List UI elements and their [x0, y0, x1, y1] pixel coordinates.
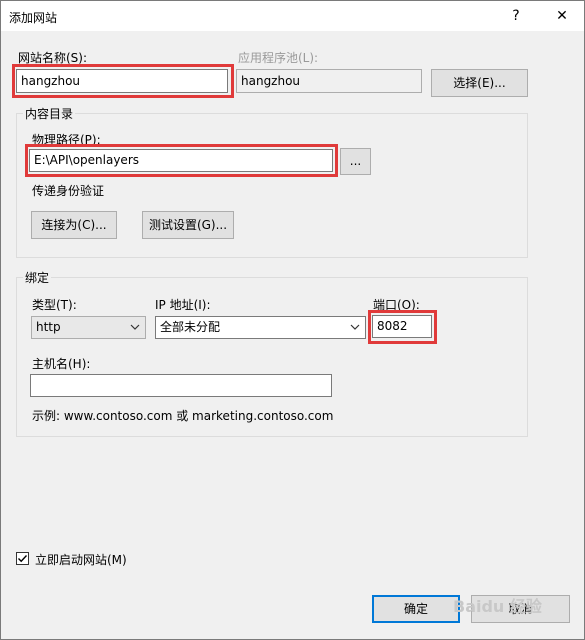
dialog-title: 添加网站	[9, 11, 58, 25]
browse-path-button[interactable]: ...	[340, 148, 371, 175]
close-button[interactable]: ✕	[542, 1, 582, 31]
select-pool-button[interactable]: 选择(E)...	[431, 69, 528, 97]
ok-button[interactable]: 确定	[372, 595, 460, 623]
app-pool-label: 应用程序池(L):	[238, 51, 319, 65]
connect-as-button[interactable]: 连接为(C)...	[31, 211, 117, 239]
app-pool-field: hangzhou	[236, 69, 422, 93]
type-label: 类型(T):	[32, 298, 77, 312]
title-bar: 添加网站 ? ✕	[1, 1, 584, 31]
baidu-watermark: Baidu 经验	[453, 597, 542, 616]
close-icon: ✕	[556, 8, 568, 24]
type-select[interactable]: http	[31, 316, 146, 339]
content-directory-title: 内容目录	[23, 105, 76, 122]
type-select-value: http	[36, 320, 61, 334]
site-name-input[interactable]: hangzhou	[16, 69, 228, 93]
chevron-down-icon	[130, 324, 140, 330]
help-button[interactable]: ?	[496, 1, 536, 31]
checkmark-icon	[18, 555, 28, 563]
host-name-label: 主机名(H):	[32, 357, 91, 371]
ip-address-select[interactable]: 全部未分配	[155, 316, 366, 339]
start-website-checkbox[interactable]	[16, 552, 29, 565]
port-input[interactable]: 8082	[372, 315, 432, 338]
ip-address-select-value: 全部未分配	[160, 320, 221, 334]
start-website-label[interactable]: 立即启动网站(M)	[35, 551, 127, 568]
chevron-down-icon	[350, 324, 360, 330]
physical-path-input[interactable]: E:\API\openlayers	[29, 149, 333, 172]
add-website-dialog: 添加网站 ? ✕ 网站名称(S): hangzhou 应用程序池(L): han…	[0, 0, 585, 640]
host-name-example: 示例: www.contoso.com 或 marketing.contoso.…	[32, 409, 334, 423]
pass-through-auth-label: 传递身份验证	[32, 184, 105, 198]
binding-title: 绑定	[23, 269, 52, 286]
test-settings-button[interactable]: 测试设置(G)...	[142, 211, 234, 239]
host-name-input[interactable]	[30, 374, 332, 397]
ip-address-label: IP 地址(I):	[155, 298, 211, 312]
